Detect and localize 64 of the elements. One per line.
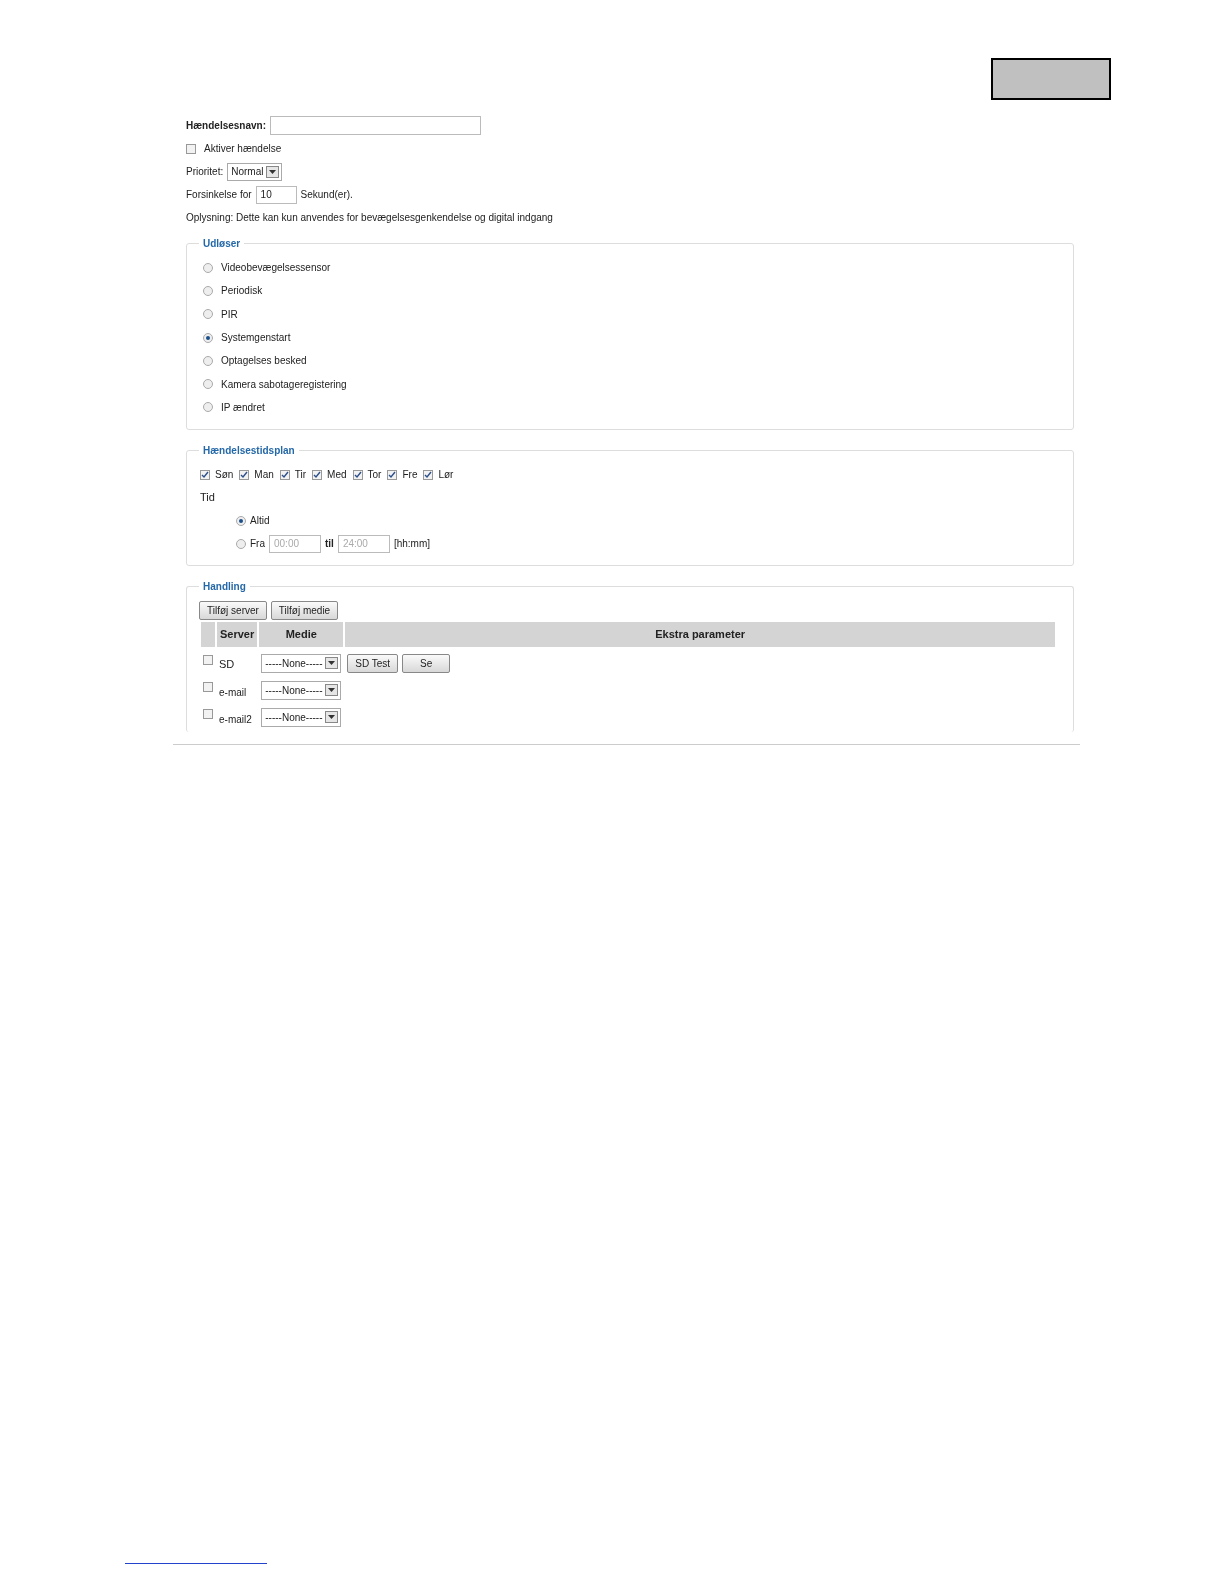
dropdown[interactable]: -----None----- bbox=[261, 707, 342, 727]
unit-label: Sekund(er). bbox=[300, 188, 353, 202]
input-field[interactable] bbox=[270, 116, 482, 135]
radio-label: Optagelses besked bbox=[221, 354, 307, 369]
radio-label: Systemgenstart bbox=[221, 331, 291, 346]
table-header bbox=[201, 622, 215, 647]
action-button[interactable]: SD Test bbox=[347, 653, 399, 673]
field-label: til bbox=[325, 537, 334, 552]
checkbox-label: Aktiver hændelse bbox=[204, 142, 282, 156]
dropdown[interactable]: -----None----- bbox=[261, 653, 342, 673]
server-cell-text: SD bbox=[218, 657, 236, 673]
field-label: Hændelsesnavn: bbox=[186, 119, 267, 133]
dropdown[interactable]: Normal bbox=[227, 162, 283, 181]
radio-button[interactable] bbox=[203, 402, 213, 413]
radio-label: IP ændret bbox=[221, 400, 265, 415]
server-cell-text: e-mail2 bbox=[218, 712, 253, 727]
action-button[interactable]: Tilføj medie bbox=[270, 601, 339, 621]
radio-label: Kamera sabotageregistering bbox=[221, 377, 347, 392]
day-label: Tir bbox=[294, 468, 307, 483]
column-header: Medie bbox=[259, 622, 344, 647]
checkbox[interactable] bbox=[279, 469, 290, 480]
day-label: Søn bbox=[215, 468, 234, 483]
dropdown[interactable]: -----None----- bbox=[261, 680, 342, 700]
note-text: Oplysning: Dette kan kun anvendes for bevægelsesgenkendelse og digital indgang bbox=[186, 211, 553, 225]
section-title: Hændelsestidsplan bbox=[199, 443, 299, 459]
radio-button[interactable] bbox=[203, 332, 213, 343]
day-label: Med bbox=[327, 468, 347, 483]
checkbox[interactable] bbox=[200, 469, 210, 480]
checkbox[interactable] bbox=[186, 143, 196, 154]
section-title: Handling bbox=[199, 579, 250, 595]
checkbox[interactable] bbox=[387, 469, 398, 480]
radio-button[interactable] bbox=[236, 515, 246, 526]
radio-label: Videobevægelsessensor bbox=[221, 261, 331, 276]
checkbox[interactable] bbox=[203, 681, 213, 692]
radio-label: Altid bbox=[250, 514, 270, 529]
radio-label: Periodisk bbox=[221, 284, 263, 299]
checkbox[interactable] bbox=[203, 654, 213, 665]
radio-button[interactable] bbox=[203, 309, 213, 320]
field-label: Tid bbox=[200, 490, 215, 506]
column-header: Server bbox=[217, 622, 258, 647]
radio-label: Fra bbox=[250, 537, 265, 552]
radio-button[interactable] bbox=[236, 538, 246, 549]
server-cell-text: e-mail bbox=[218, 685, 248, 700]
format-hint: [hh:mm] bbox=[393, 537, 430, 552]
checkbox[interactable] bbox=[203, 708, 213, 719]
radio-label: PIR bbox=[221, 307, 238, 322]
input-field[interactable]: 10 bbox=[255, 185, 297, 204]
day-label: Man bbox=[254, 468, 274, 483]
action-button[interactable]: Tilføj server bbox=[199, 601, 267, 621]
field-label: Forsinkelse for bbox=[186, 188, 252, 202]
radio-button[interactable] bbox=[203, 379, 213, 390]
checkbox[interactable] bbox=[312, 469, 323, 480]
checkbox[interactable] bbox=[352, 469, 363, 480]
day-label: Fre bbox=[402, 468, 418, 483]
field-label: Prioritet: bbox=[186, 165, 224, 179]
checkbox[interactable] bbox=[239, 469, 250, 480]
day-label: Lør bbox=[438, 468, 454, 483]
radio-button[interactable] bbox=[203, 262, 213, 273]
radio-button[interactable] bbox=[203, 285, 213, 296]
column-header: Ekstra parameter bbox=[345, 622, 1055, 647]
checkbox[interactable] bbox=[423, 469, 434, 480]
radio-button[interactable] bbox=[203, 355, 213, 366]
action-button[interactable]: Se bbox=[402, 653, 451, 673]
day-label: Tor bbox=[367, 468, 382, 483]
